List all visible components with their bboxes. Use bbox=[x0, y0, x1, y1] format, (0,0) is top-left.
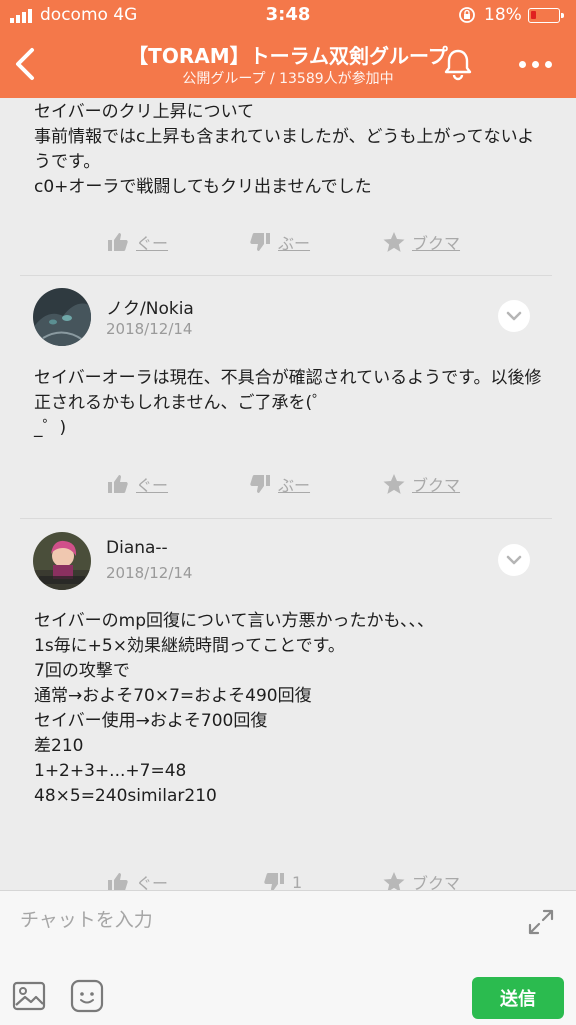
more-options-icon[interactable] bbox=[510, 44, 560, 84]
thumbs-down-icon bbox=[250, 475, 270, 493]
dislike-button[interactable]: ぶー bbox=[248, 472, 310, 496]
group-header: 【TORAM】トーラム双剣グループ 公開グループ / 13589人が参加中 bbox=[0, 30, 576, 98]
comment-header: ノク/Nokia 2018/12/14 bbox=[0, 288, 576, 352]
comment-username[interactable]: ノク/Nokia bbox=[106, 294, 194, 319]
back-arrow-icon[interactable] bbox=[8, 44, 44, 84]
thumbs-down-icon bbox=[264, 873, 284, 890]
comment-date: 2018/12/14 bbox=[106, 320, 193, 338]
status-bar: docomo 4G 3:48 18% bbox=[0, 0, 576, 30]
post-reactions: ぐー ぶー ブクマ bbox=[0, 230, 576, 260]
star-icon bbox=[383, 474, 405, 494]
avatar[interactable] bbox=[33, 288, 91, 346]
chevron-down-icon[interactable] bbox=[498, 300, 530, 332]
bookmark-button[interactable]: ブクマ bbox=[382, 230, 460, 254]
bell-icon[interactable] bbox=[438, 44, 478, 84]
battery-percent: 18% bbox=[484, 5, 522, 25]
like-button[interactable]: ぐー bbox=[106, 472, 168, 496]
image-icon[interactable] bbox=[12, 979, 46, 1013]
expand-icon[interactable] bbox=[526, 907, 556, 937]
comment-body: セイバーオーラは現在、不具合が確認されているようです。以後修正されるかもしれませ… bbox=[34, 368, 542, 438]
comment-header: Diana-- 2018/12/14 bbox=[0, 532, 576, 596]
divider bbox=[20, 518, 552, 519]
sticker-icon[interactable] bbox=[70, 979, 104, 1013]
chat-input[interactable]: チャットを入力 bbox=[20, 905, 153, 932]
send-button[interactable]: 送信 bbox=[472, 977, 564, 1019]
chat-input-bar: チャットを入力 送信 bbox=[0, 890, 576, 1025]
thumbs-up-icon bbox=[108, 475, 128, 493]
bookmark-button[interactable]: ブクマ bbox=[382, 870, 460, 890]
dislike-button[interactable]: ぶー bbox=[248, 230, 310, 254]
dislike-button[interactable]: 1 bbox=[262, 870, 302, 890]
comment-reactions: ぐー 1 ブクマ bbox=[0, 870, 576, 890]
avatar[interactable] bbox=[33, 532, 91, 590]
post-feed[interactable]: セイバーのクリ上昇について 事前情報ではc上昇も含まれていましたが、どうも上がっ… bbox=[0, 98, 576, 890]
comment-reactions: ぐー ぶー ブクマ bbox=[0, 472, 576, 502]
thumbs-down-icon bbox=[250, 233, 270, 251]
divider bbox=[20, 275, 552, 276]
thumbs-up-icon bbox=[108, 873, 128, 890]
bookmark-button[interactable]: ブクマ bbox=[382, 472, 460, 496]
like-button[interactable]: ぐー bbox=[106, 230, 168, 254]
comment-body: セイバーのmp回復について言い方悪かったかも、、、 1s毎に+5×効果継続時間っ… bbox=[34, 611, 434, 806]
like-button[interactable]: ぐー bbox=[106, 870, 168, 890]
star-icon bbox=[383, 232, 405, 252]
star-icon bbox=[383, 872, 405, 890]
comment-username[interactable]: Diana-- bbox=[106, 538, 168, 558]
chevron-down-icon[interactable] bbox=[498, 544, 530, 576]
post-body: セイバーのクリ上昇について 事前情報ではc上昇も含まれていましたが、どうも上がっ… bbox=[34, 102, 535, 197]
battery-icon bbox=[528, 8, 564, 23]
comment-date: 2018/12/14 bbox=[106, 564, 193, 582]
thumbs-up-icon bbox=[108, 233, 128, 251]
rotation-lock-icon bbox=[459, 7, 475, 23]
